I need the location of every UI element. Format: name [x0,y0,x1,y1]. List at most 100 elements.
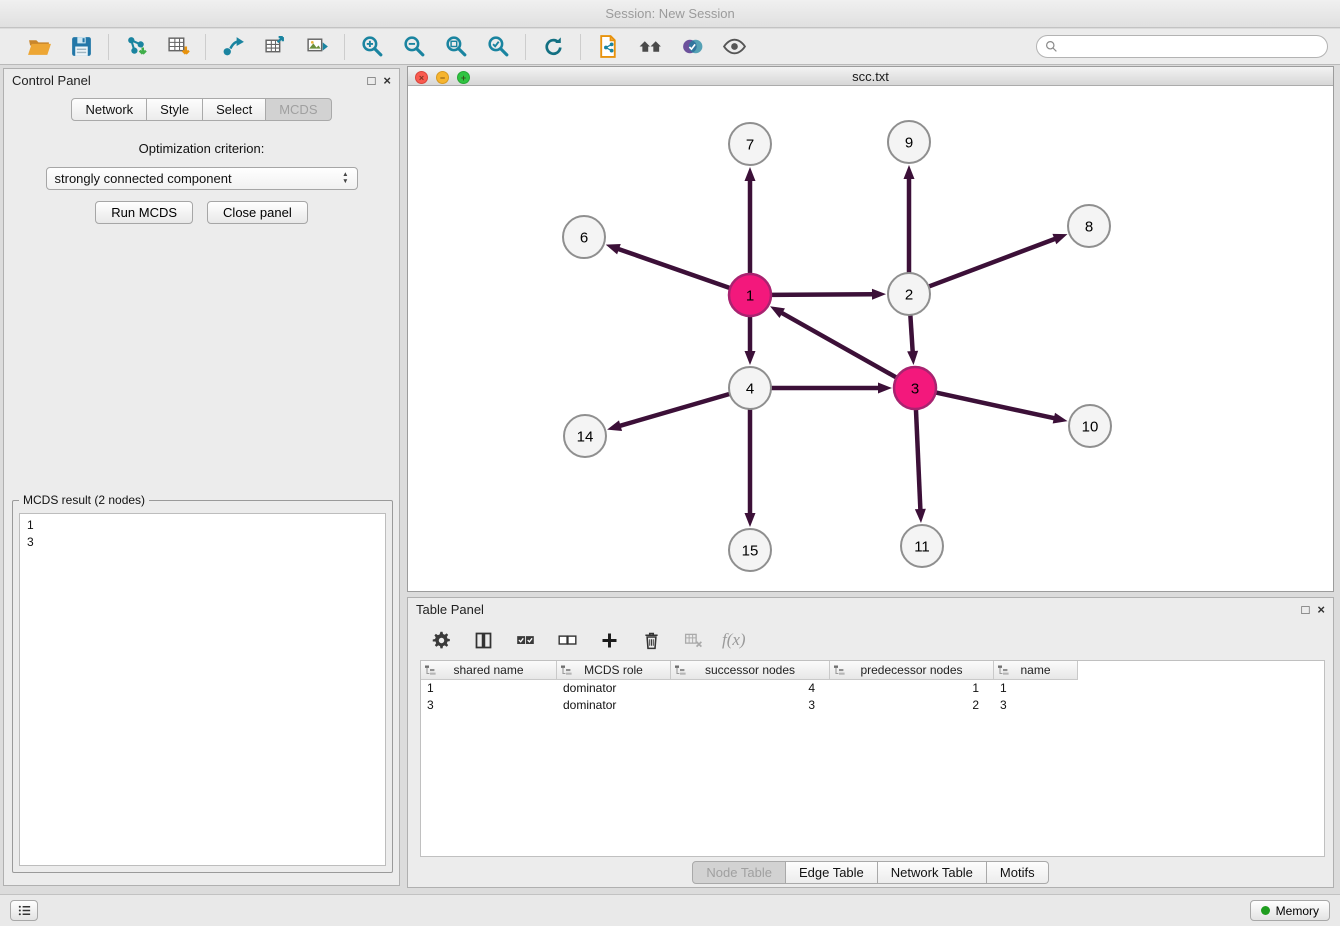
select-spinner-icon: ▲▼ [342,172,348,186]
refresh-icon [541,34,566,59]
zoom-in-button[interactable] [355,32,389,62]
panel-list-button[interactable] [10,900,38,921]
column-header-MCDS-role[interactable]: MCDS role [557,661,671,680]
window-titlebar: Session: New Session [0,0,1340,28]
close-panel-icon[interactable]: × [383,74,391,87]
select-all-icon [515,630,536,651]
column-header-name[interactable]: name [994,661,1078,680]
export-network-icon [221,34,246,59]
tab-motifs[interactable]: Motifs [987,861,1049,884]
delete-table-icon [683,630,704,651]
delete-table-button[interactable] [680,627,706,653]
import-table-button[interactable] [161,32,195,62]
table-row[interactable]: 3dominator323 [421,697,1324,714]
open-file-icon [27,34,52,59]
share-document-button[interactable] [591,32,625,62]
memory-button[interactable]: Memory [1250,900,1330,921]
float-table-panel-icon[interactable]: □ [1302,603,1310,616]
save-session-icon [69,34,94,59]
graph-edge-1-6[interactable] [618,249,730,288]
graph-edge-1-2[interactable] [771,294,873,295]
list-icon [17,903,32,918]
toolbar-group [581,32,761,62]
float-panel-icon[interactable]: □ [368,74,376,87]
zoom-fit-button[interactable] [439,32,473,62]
graph-edge-3-1[interactable] [781,313,896,378]
export-image-button[interactable] [300,32,334,62]
node-table[interactable]: shared name MCDS role successor nodes prede… [420,660,1325,857]
network-canvas[interactable]: 7968124314101511 [408,86,1333,591]
import-network-button[interactable] [119,32,153,62]
edge-arrowhead-icon [904,165,915,179]
refresh-button[interactable] [536,32,570,62]
zoom-out-button[interactable] [397,32,431,62]
minimize-window-icon[interactable]: − [436,71,449,84]
export-table-button[interactable] [258,32,292,62]
export-image-icon [305,34,330,59]
gear-button[interactable] [428,627,454,653]
graph-edge-2-8[interactable] [929,239,1056,287]
tab-select[interactable]: Select [203,98,266,121]
home-button[interactable] [633,32,667,62]
column-header-successor-nodes[interactable]: successor nodes [671,661,830,680]
tab-style[interactable]: Style [147,98,203,121]
show-graphics-details-button[interactable] [717,32,751,62]
tab-network-table[interactable]: Network Table [878,861,987,884]
tab-node-table[interactable]: Node Table [692,861,786,884]
mcds-panel-body: Optimization criterion: strongly connect… [4,121,399,224]
zoom-selected-button[interactable] [481,32,515,62]
edge-arrowhead-icon [878,383,892,394]
close-table-panel-icon[interactable]: × [1317,603,1325,616]
graph-edge-3-11[interactable] [916,409,920,510]
graph-node-label: 3 [911,381,919,398]
search-icon [1045,40,1058,53]
search-input[interactable] [1064,39,1319,54]
table-cell: 2 [830,697,994,714]
graph-edge-3-10[interactable] [936,392,1055,418]
table-toolbar: f(x) [408,620,1333,660]
search-box[interactable] [1036,35,1328,58]
open-file-button[interactable] [22,32,56,62]
save-session-button[interactable] [64,32,98,62]
select-all-button[interactable] [512,627,538,653]
columns-button[interactable] [470,627,496,653]
mcds-result-list[interactable]: 13 [19,513,386,866]
add-column-button[interactable] [596,627,622,653]
mcds-result-title: MCDS result (2 nodes) [19,493,149,507]
style-venn-button[interactable] [675,32,709,62]
edge-arrowhead-icon [745,351,756,365]
close-window-icon[interactable]: × [415,71,428,84]
edge-arrowhead-icon [770,306,785,318]
table-panel-title: Table Panel [416,602,484,617]
table-row[interactable]: 1dominator411 [421,680,1324,697]
table-panel-header: Table Panel □ × [408,598,1333,620]
network-window: × − + scc.txt 7968124314101511 [407,66,1334,592]
deselect-all-button[interactable] [554,627,580,653]
graph-node-label: 7 [746,137,754,154]
tab-network[interactable]: Network [71,98,147,121]
criterion-select[interactable]: strongly connected component ▲▼ [46,167,358,190]
column-header-label: predecessor nodes [860,663,962,677]
close-panel-button[interactable]: Close panel [207,201,308,224]
column-header-label: MCDS role [584,663,643,677]
run-mcds-button[interactable]: Run MCDS [95,201,193,224]
main-toolbar-groups [12,32,761,62]
tab-mcds[interactable]: MCDS [266,98,331,121]
mcds-result-group: MCDS result (2 nodes) 13 [12,493,393,873]
sort-icon [833,664,846,677]
zoom-in-icon [360,34,385,59]
toolbar-group [345,32,525,62]
style-venn-icon [680,34,705,59]
tab-edge-table[interactable]: Edge Table [786,861,878,884]
function-button[interactable]: f(x) [722,627,746,653]
column-header-predecessor-nodes[interactable]: predecessor nodes [830,661,994,680]
memory-status-icon [1261,906,1270,915]
table-cell: 4 [671,680,830,697]
column-header-shared-name[interactable]: shared name [421,661,557,680]
table-panel: Table Panel □ × f(x) shared name MCDS rol… [407,597,1334,888]
graph-edge-2-3[interactable] [910,315,912,352]
export-network-button[interactable] [216,32,250,62]
graph-edge-4-14[interactable] [620,394,730,426]
maximize-window-icon[interactable]: + [457,71,470,84]
delete-column-button[interactable] [638,627,664,653]
